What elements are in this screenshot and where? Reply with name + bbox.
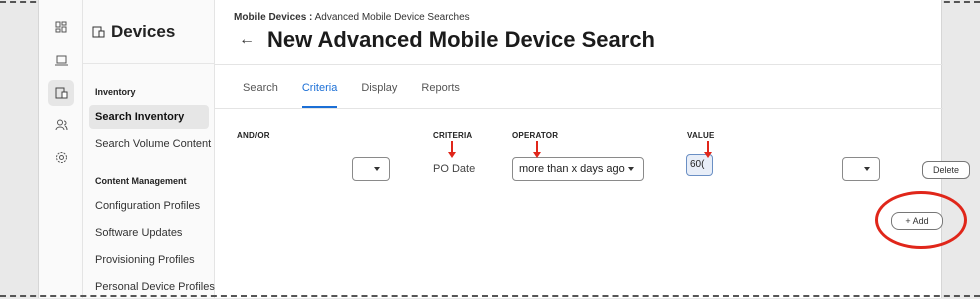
page-title: ← New Advanced Mobile Device Search [239, 27, 655, 53]
sidebar-item-provisioning-profiles[interactable]: Provisioning Profiles [89, 248, 209, 272]
sidebar-title: Devices [92, 22, 175, 42]
breadcrumb-parent[interactable]: Mobile Devices : [234, 12, 312, 23]
chevron-down-icon [628, 167, 634, 171]
divider [215, 64, 943, 65]
column-header-criteria: CRITERIA [433, 131, 473, 140]
page-title-text: New Advanced Mobile Device Search [267, 27, 655, 52]
sidebar-item-software-updates[interactable]: Software Updates [89, 221, 209, 245]
sidebar-item-search-inventory[interactable]: Search Inventory [89, 105, 209, 129]
sidebar: Devices Inventory Search Inventory Searc… [83, 0, 215, 298]
tab-search[interactable]: Search [243, 82, 278, 94]
chevron-down-icon [864, 167, 870, 171]
mobile-devices-icon[interactable] [48, 80, 74, 106]
annotation-circle [875, 191, 967, 249]
column-header-value: VALUE [687, 131, 715, 140]
sidebar-item-configuration-profiles[interactable]: Configuration Profiles [89, 194, 209, 218]
tab-display[interactable]: Display [361, 82, 397, 94]
column-header-operator: OPERATOR [512, 131, 559, 140]
operator-select[interactable]: more than x days ago [512, 157, 644, 181]
delete-button[interactable]: Delete [922, 161, 970, 179]
annotation-arrow [533, 141, 541, 158]
dashboard-icon[interactable] [48, 14, 74, 40]
bottom-dashed-edge [0, 295, 980, 297]
section-inventory: Inventory [95, 87, 136, 97]
section-content-management: Content Management [95, 176, 187, 186]
users-icon[interactable] [48, 112, 74, 138]
column-header-and-or: AND/OR [237, 131, 270, 140]
divider [83, 63, 215, 64]
tab-reports[interactable]: Reports [421, 82, 460, 94]
operator-value: more than x days ago [519, 163, 625, 175]
devices-icon [92, 26, 105, 38]
computer-icon[interactable] [48, 47, 74, 73]
sidebar-item-search-volume-content[interactable]: Search Volume Content [89, 132, 211, 156]
divider [215, 108, 943, 109]
sidebar-title-text: Devices [111, 22, 176, 41]
annotation-arrow [704, 141, 712, 158]
tab-bar: Search Criteria Display Reports [243, 82, 460, 108]
settings-icon[interactable] [48, 144, 74, 170]
tab-criteria[interactable]: Criteria [301, 82, 338, 108]
main-content: Mobile Devices : Advanced Mobile Device … [215, 0, 970, 298]
chevron-down-icon [374, 167, 380, 171]
app-window: Devices Inventory Search Inventory Searc… [38, 0, 970, 298]
and-or-select[interactable] [352, 157, 390, 181]
breadcrumb-current[interactable]: Advanced Mobile Device Searches [315, 12, 470, 23]
breadcrumb: Mobile Devices : Advanced Mobile Device … [234, 12, 470, 23]
criteria-name: PO Date [433, 163, 476, 175]
closing-paren-select[interactable] [842, 157, 880, 181]
icon-rail [39, 0, 83, 298]
back-arrow-icon[interactable]: ← [239, 31, 255, 49]
annotation-arrow [448, 141, 456, 158]
